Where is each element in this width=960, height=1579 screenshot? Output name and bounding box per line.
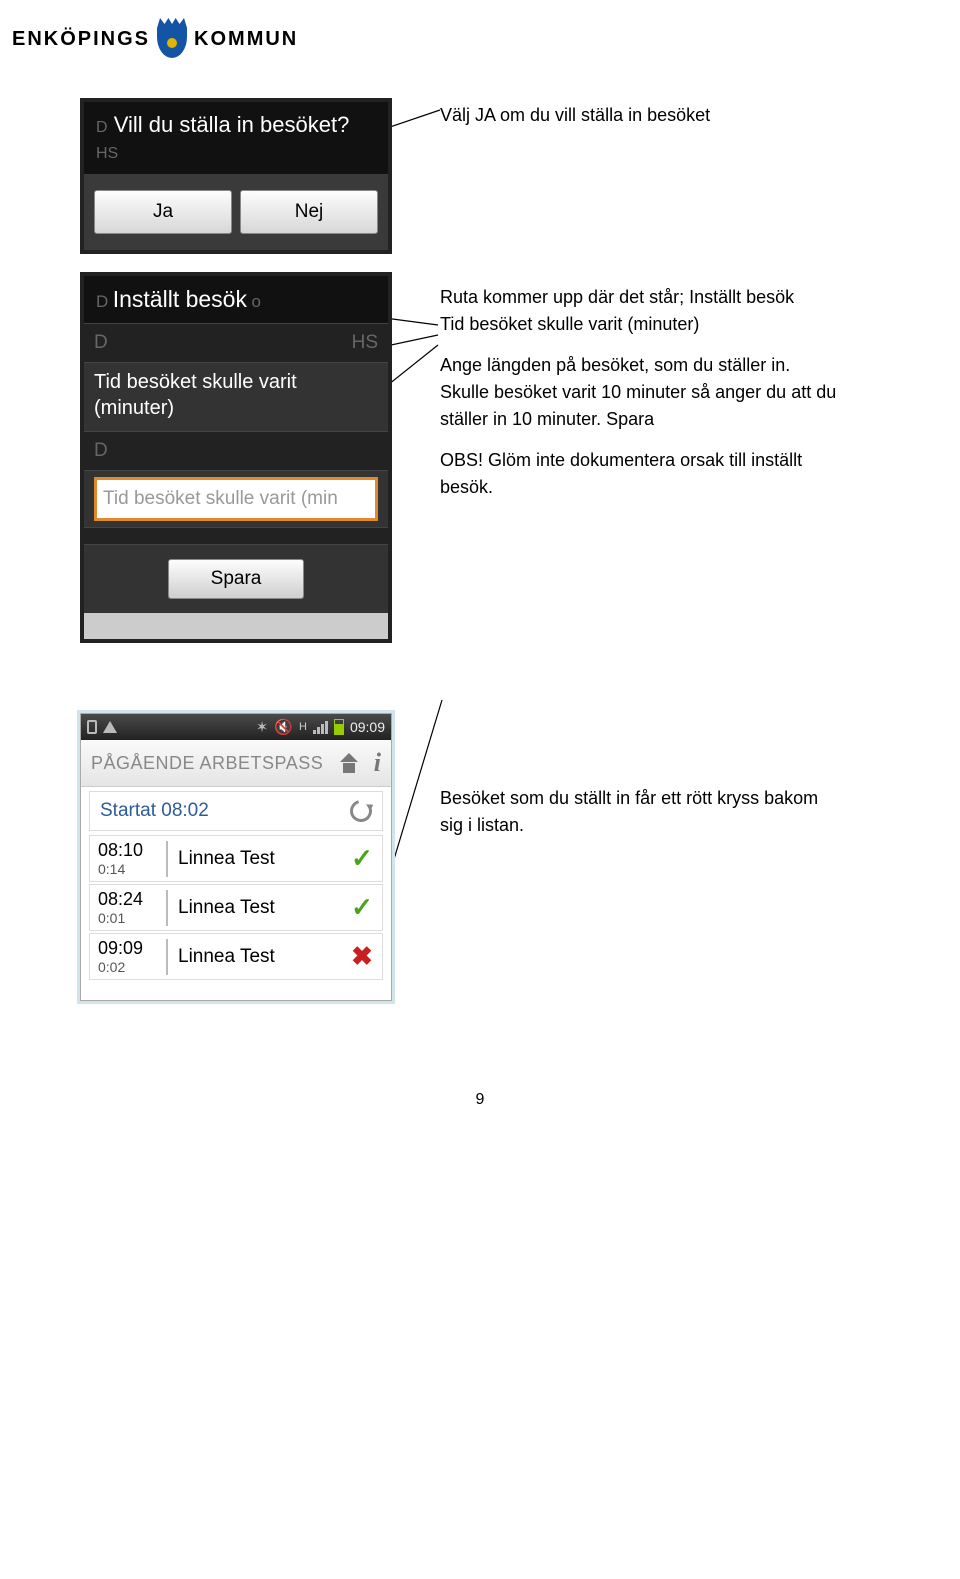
appbar-title: PÅGÅENDE ARBETSPASS bbox=[91, 753, 323, 774]
caption-form-l2: Tid besöket skulle varit (minuter) bbox=[440, 311, 840, 338]
visit-name: Linnea Test bbox=[178, 897, 340, 919]
form-info: Tid besöket skulle varit (minuter) bbox=[84, 363, 388, 431]
visit-time: 08:100:14 bbox=[98, 840, 156, 877]
visit-time: 08:240:01 bbox=[98, 889, 156, 926]
save-button[interactable]: Spara bbox=[168, 559, 305, 599]
caption-dialog: Välj JA om du vill ställa in besöket bbox=[440, 102, 840, 129]
duration-input[interactable] bbox=[94, 477, 378, 521]
share-icon bbox=[103, 721, 117, 733]
crest-icon bbox=[154, 18, 190, 60]
page-number: 9 bbox=[0, 1091, 960, 1109]
caption-form-p2: Ange längden på besöket, som du ställer … bbox=[440, 352, 840, 433]
no-button[interactable]: Nej bbox=[240, 190, 378, 234]
form-title: Inställt besök bbox=[113, 286, 247, 312]
check-icon: ✓ bbox=[350, 843, 374, 874]
visit-name: Linnea Test bbox=[178, 946, 340, 968]
dialog-title-bar: D Vill du ställa in besöket? HS bbox=[84, 102, 388, 174]
screenshot-cancel-form: D Inställt besök o D HS Tid besöket skul… bbox=[80, 272, 392, 643]
visit-row[interactable]: 09:090:02 Linnea Test ✖ bbox=[89, 933, 383, 980]
bluetooth-icon: ✶ bbox=[256, 718, 269, 736]
caption-form-p3: OBS! Glöm inte dokumentera orsak till in… bbox=[440, 447, 840, 501]
status-bar: ✶ 🔇 H 09:09 bbox=[81, 714, 391, 740]
network-label: H bbox=[299, 721, 307, 733]
logo: ENKÖPINGS KOMMUN bbox=[0, 0, 960, 68]
logo-text-right: KOMMUN bbox=[194, 28, 298, 51]
visit-time: 09:090:02 bbox=[98, 938, 156, 975]
caption-form-l1: Ruta kommer upp där det står; Inställt b… bbox=[440, 284, 840, 311]
battery-icon bbox=[334, 719, 344, 735]
visit-row[interactable]: 08:240:01 Linnea Test ✓ bbox=[89, 884, 383, 931]
caption-list: Besöket som du ställt in får ett rött kr… bbox=[440, 785, 840, 839]
dialog-title: Vill du ställa in besöket? bbox=[114, 112, 350, 137]
startat-row: Startat 08:02 bbox=[89, 791, 383, 831]
visit-row[interactable]: 08:100:14 Linnea Test ✓ bbox=[89, 835, 383, 882]
logo-text-left: ENKÖPINGS bbox=[12, 28, 150, 51]
info-icon[interactable]: i bbox=[374, 748, 381, 778]
startat-label: Startat 08:02 bbox=[100, 800, 209, 822]
yes-button[interactable]: Ja bbox=[94, 190, 232, 234]
visit-name: Linnea Test bbox=[178, 848, 340, 870]
screenshot-visit-list: ✶ 🔇 H 09:09 PÅGÅENDE ARBETSPASS i bbox=[80, 713, 392, 1001]
mute-icon: 🔇 bbox=[274, 718, 293, 736]
home-icon[interactable] bbox=[338, 753, 360, 773]
check-icon: ✓ bbox=[350, 892, 374, 923]
cross-icon: ✖ bbox=[350, 941, 374, 972]
screenshot-confirm-dialog: D Vill du ställa in besöket? HS Ja Nej bbox=[80, 98, 392, 254]
clock: 09:09 bbox=[350, 719, 385, 735]
signal-icon bbox=[313, 721, 328, 734]
refresh-icon[interactable] bbox=[346, 796, 376, 826]
usb-icon bbox=[87, 720, 97, 734]
